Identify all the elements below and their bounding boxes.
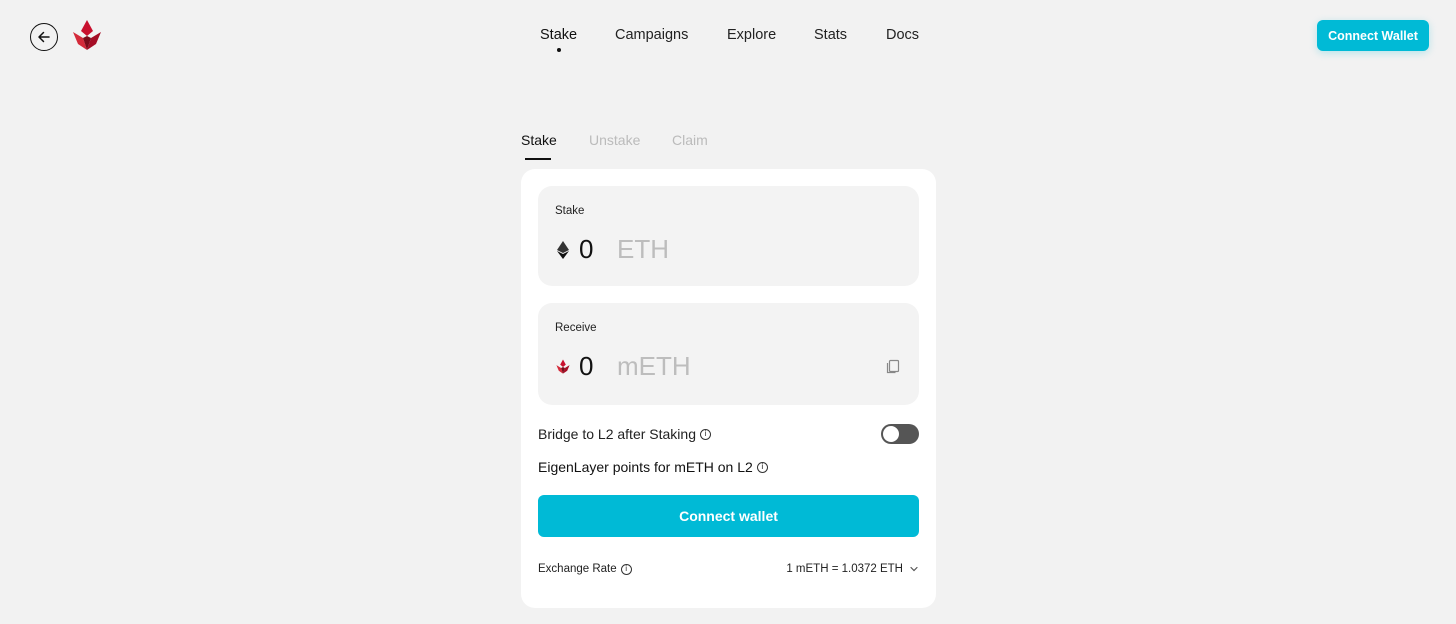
nav-item-stats[interactable]: Stats (814, 27, 847, 43)
main-nav: Stake Campaigns Explore Stats Docs (0, 27, 1456, 57)
nav-item-stake[interactable]: Stake (540, 27, 578, 52)
nav-item-docs[interactable]: Docs (886, 27, 919, 43)
nav-item-label: Docs (886, 27, 920, 43)
info-icon[interactable]: i (620, 563, 632, 575)
exchange-rate-label: Exchange Rate i (538, 563, 632, 575)
stake-amount-input[interactable]: 0 (579, 234, 609, 265)
info-icon[interactable]: i (700, 428, 711, 440)
toggle-knob (883, 426, 899, 442)
nav-item-label: Campaigns (615, 27, 689, 43)
receive-panel-label: Receive (555, 322, 597, 334)
stake-unit: ETH (617, 234, 669, 264)
receive-unit: mETH (617, 351, 691, 381)
receive-panel: Receive 0 mETH (538, 303, 919, 405)
active-tab-underline (525, 158, 551, 160)
receive-amount-row: 0 mETH (555, 351, 691, 382)
exchange-rate-row: Exchange Rate i 1 mETH = 1.0372 ETH (538, 563, 919, 579)
exchange-rate-dropdown[interactable]: 1 mETH = 1.0372 ETH (786, 563, 919, 575)
tab-unstake[interactable]: Unstake (589, 132, 640, 148)
connect-wallet-header-button[interactable]: Connect Wallet (1317, 20, 1429, 51)
mantle-logo-icon (555, 358, 571, 376)
bridge-toggle[interactable] (881, 424, 919, 444)
nav-item-campaigns[interactable]: Campaigns (615, 27, 688, 43)
eigenlayer-row: EigenLayer points for mETH on L2 i (538, 459, 768, 475)
stake-amount-row: 0 ETH (555, 234, 669, 265)
info-icon[interactable]: i (756, 461, 768, 473)
nav-item-label: Stake (540, 27, 578, 43)
copy-icon[interactable] (885, 358, 901, 374)
receive-amount: 0 (579, 351, 594, 381)
eth-icon (555, 240, 571, 259)
bridge-label-text: Bridge to L2 after Staking (538, 426, 696, 442)
exchange-rate-label-text: Exchange Rate (538, 563, 617, 575)
tab-claim[interactable]: Claim (672, 132, 708, 148)
nav-item-explore[interactable]: Explore (727, 27, 776, 43)
stake-input-panel[interactable]: Stake 0 ETH (538, 186, 919, 286)
nav-item-label: Explore (727, 27, 777, 43)
active-indicator-dot (556, 48, 561, 52)
stake-panel-label: Stake (555, 205, 585, 217)
stake-card: Stake 0 ETH Receive 0 mETH Bridge to L2 … (521, 169, 936, 608)
tab-stake[interactable]: Stake (521, 132, 557, 148)
bridge-row: Bridge to L2 after Staking i (538, 424, 919, 444)
top-navigation-bar: Stake Campaigns Explore Stats Docs Conne… (0, 0, 1456, 72)
bridge-label: Bridge to L2 after Staking i (538, 426, 711, 442)
eigenlayer-label: EigenLayer points for mETH on L2 (538, 459, 753, 475)
nav-item-label: Stats (814, 27, 848, 43)
exchange-rate-value: 1 mETH = 1.0372 ETH (786, 563, 903, 575)
chevron-down-icon (910, 566, 918, 572)
connect-wallet-button[interactable]: Connect wallet (538, 495, 919, 537)
